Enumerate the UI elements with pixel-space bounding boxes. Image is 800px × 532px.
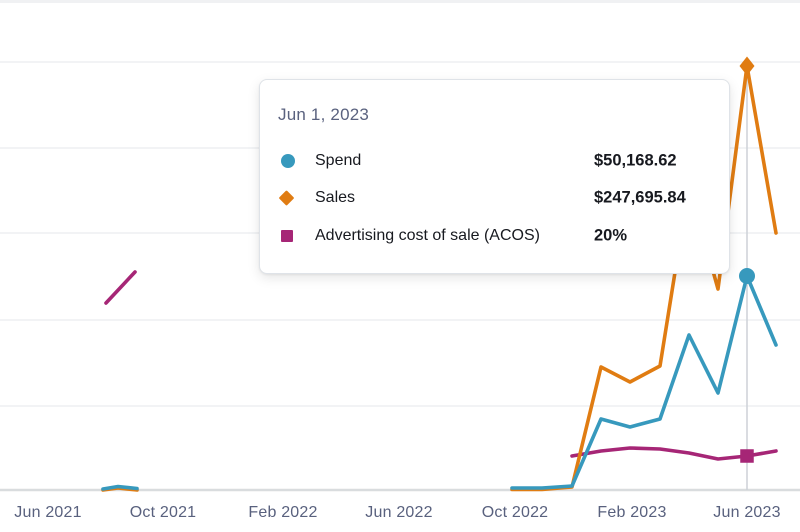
acos-square-icon — [281, 230, 293, 242]
tooltip-row-value: $247,695.84 — [594, 189, 686, 208]
x-axis-label: Feb 2022 — [248, 504, 317, 522]
chart-tooltip: Jun 1, 2023 Spend $50,168.62 Sales $247,… — [259, 79, 730, 274]
spend-circle-icon — [281, 154, 295, 168]
sales-diamond-icon — [279, 190, 295, 206]
tooltip-date: Jun 1, 2023 — [278, 105, 369, 125]
x-axis-label: Oct 2021 — [130, 504, 197, 522]
tooltip-row-acos: Advertising cost of sale (ACOS) 20% — [278, 223, 715, 249]
x-axis-label: Jun 2021 — [14, 504, 81, 522]
tooltip-row-value: $50,168.62 — [594, 152, 677, 171]
tooltip-row-label: Sales — [315, 189, 355, 207]
tooltip-row-spend: Spend $50,168.62 — [278, 148, 715, 174]
tooltip-row-value: 20% — [594, 227, 627, 246]
x-axis-label: Oct 2022 — [482, 504, 549, 522]
tooltip-row-sales: Sales $247,695.84 — [278, 185, 715, 211]
x-axis-label: Feb 2023 — [597, 504, 666, 522]
advertising-metrics-chart: Jun 2021 Oct 2021 Feb 2022 Jun 2022 Oct … — [0, 0, 800, 532]
x-axis-label: Jun 2022 — [365, 504, 432, 522]
tooltip-row-label: Advertising cost of sale (ACOS) — [315, 227, 540, 245]
tooltip-row-label: Spend — [315, 152, 361, 170]
x-axis-label: Jun 2023 — [713, 504, 780, 522]
